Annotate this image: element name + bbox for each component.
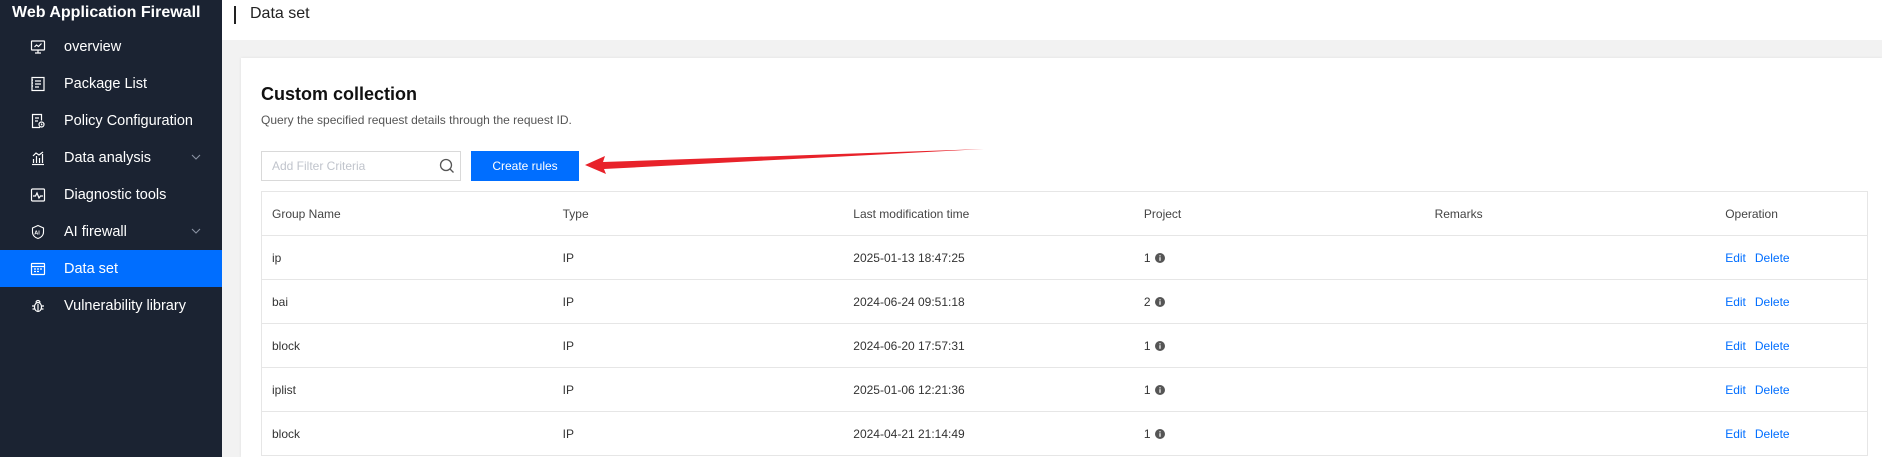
sidebar-item-vulnerability-library[interactable]: Vulnerability library [0, 287, 222, 324]
sidebar: Web Application Firewall overview Packag… [0, 0, 222, 457]
modified-time-cell: 2024-06-24 09:51:18 [853, 294, 965, 309]
sidebar-nav: overview Package List Policy Configurati… [0, 28, 222, 324]
info-icon[interactable] [1154, 296, 1165, 307]
project-cell: 1 [1134, 251, 1425, 265]
section-title: Custom collection [261, 84, 418, 104]
type-cell: IP [562, 250, 574, 265]
group-name-cell: ip [272, 250, 282, 265]
filter-input[interactable] [262, 152, 432, 180]
annotation-arrow [585, 149, 984, 174]
table-row: block IP 2024-04-21 21:14:49 1 Edit Delet… [262, 412, 1867, 456]
table-row: block IP 2024-06-20 17:57:31 1 Edit Delet… [262, 324, 1867, 368]
edit-link[interactable]: Edit [1725, 251, 1746, 265]
sidebar-item-ai-firewall[interactable]: AI AI firewall [0, 213, 222, 250]
page-header: Data set [222, 0, 1882, 40]
edit-link[interactable]: Edit [1725, 427, 1746, 441]
column-header: Project [1143, 206, 1182, 221]
column-header: Type [562, 206, 589, 221]
package-list-icon [30, 76, 46, 92]
column-header: Operation [1725, 206, 1778, 221]
project-cell: 1 [1134, 427, 1425, 441]
chevron-down-icon[interactable] [190, 225, 202, 237]
modified-time-cell: 2025-01-06 12:21:36 [853, 382, 965, 397]
delete-link[interactable]: Delete [1755, 339, 1790, 353]
project-count: 1 [1143, 426, 1151, 441]
group-name-cell: block [272, 338, 301, 353]
sidebar-item-policy-configuration[interactable]: Policy Configuration [0, 102, 222, 139]
monitor-icon [30, 39, 46, 55]
edit-link[interactable]: Edit [1725, 339, 1746, 353]
project-cell: 1 [1134, 339, 1425, 353]
delete-link[interactable]: Delete [1755, 295, 1790, 309]
app-title: Web Application Firewall [12, 4, 201, 21]
page-title: Data set [250, 5, 310, 22]
custom-collection-panel: Custom collection Query the specified re… [241, 58, 1882, 457]
operation-cell: Edit Delete [1715, 427, 1867, 441]
project-count: 1 [1143, 250, 1151, 265]
sidebar-item-label: Data set [64, 260, 118, 277]
modified-time-cell: 2024-06-20 17:57:31 [853, 338, 965, 353]
sidebar-item-label: Policy Configuration [64, 112, 193, 129]
edit-link[interactable]: Edit [1725, 295, 1746, 309]
column-header: Group Name [272, 206, 341, 221]
group-name-cell: block [272, 426, 301, 441]
operation-cell: Edit Delete [1715, 251, 1867, 265]
svg-text:AI: AI [34, 230, 40, 236]
operation-cell: Edit Delete [1715, 295, 1867, 309]
sidebar-item-data-set[interactable]: Data set [0, 250, 222, 287]
modified-time-cell: 2025-01-13 18:47:25 [853, 250, 965, 265]
search-icon[interactable] [438, 157, 456, 175]
table-row: bai IP 2024-06-24 09:51:18 2 Edit Delete [262, 280, 1867, 324]
ai-firewall-icon: AI [30, 224, 46, 240]
type-cell: IP [562, 338, 574, 353]
sidebar-item-data-analysis[interactable]: Data analysis [0, 139, 222, 176]
info-icon[interactable] [1154, 252, 1165, 263]
data-set-table: Group Name Type Last modification time P… [261, 191, 1868, 456]
type-cell: IP [562, 294, 574, 309]
filter-search-box [261, 151, 461, 181]
section-description: Query the specified request details thro… [261, 113, 572, 127]
project-count: 1 [1143, 382, 1151, 397]
data-set-icon [30, 261, 46, 277]
info-icon[interactable] [1154, 384, 1165, 395]
info-icon[interactable] [1154, 428, 1165, 439]
chevron-down-icon[interactable] [190, 151, 202, 163]
modified-time-cell: 2024-04-21 21:14:49 [853, 426, 965, 441]
group-name-cell: bai [272, 294, 289, 309]
column-header: Remarks [1434, 206, 1483, 221]
table-header: Group Name Type Last modification time P… [262, 192, 1867, 236]
policy-config-icon [30, 113, 46, 129]
sidebar-item-overview[interactable]: overview [0, 28, 222, 65]
sidebar-item-label: AI firewall [64, 223, 127, 240]
sidebar-item-label: Package List [64, 75, 148, 92]
sidebar-item-package-list[interactable]: Package List [0, 65, 222, 102]
create-rules-button[interactable]: Create rules [471, 151, 579, 181]
table-row: iplist IP 2025-01-06 12:21:36 1 Edit Dele… [262, 368, 1867, 412]
table-row: ip IP 2025-01-13 18:47:25 1 Edit Delete [262, 236, 1867, 280]
column-header: Last modification time [853, 206, 970, 221]
project-count: 1 [1143, 338, 1151, 353]
delete-link[interactable]: Delete [1755, 383, 1790, 397]
group-name-cell: iplist [272, 382, 297, 397]
bug-icon [30, 298, 46, 314]
delete-link[interactable]: Delete [1755, 427, 1790, 441]
sidebar-item-diagnostic-tools[interactable]: Diagnostic tools [0, 176, 222, 213]
sidebar-item-label: Vulnerability library [64, 297, 186, 314]
sidebar-item-label: overview [64, 38, 122, 55]
operation-cell: Edit Delete [1715, 383, 1867, 397]
data-analysis-icon [30, 150, 46, 166]
sidebar-item-label: Diagnostic tools [64, 186, 167, 203]
operation-cell: Edit Delete [1715, 339, 1867, 353]
edit-link[interactable]: Edit [1725, 383, 1746, 397]
info-icon[interactable] [1154, 340, 1165, 351]
header-divider [234, 6, 236, 24]
type-cell: IP [562, 382, 574, 397]
delete-link[interactable]: Delete [1755, 251, 1790, 265]
project-cell: 1 [1134, 383, 1425, 397]
project-count: 2 [1143, 294, 1151, 309]
sidebar-item-label: Data analysis [64, 149, 152, 166]
diagnostic-icon [30, 187, 46, 203]
project-cell: 2 [1134, 295, 1425, 309]
type-cell: IP [562, 426, 574, 441]
